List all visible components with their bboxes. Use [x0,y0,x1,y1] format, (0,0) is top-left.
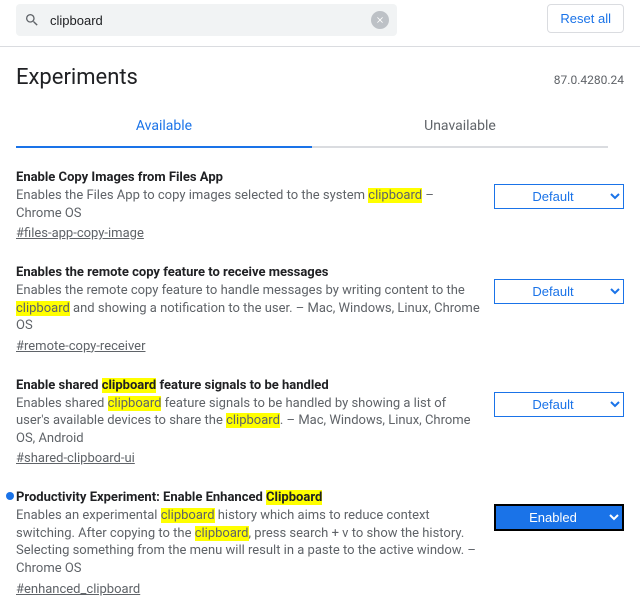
flag-description: Enables an experimental clipboard histor… [16,507,480,577]
search-highlight: clipboard [16,301,70,316]
flag-row: Productivity Experiment: Enable Enhanced… [16,468,624,598]
flag-hash-link[interactable]: #remote-copy-receiver [16,339,145,354]
flag-hash-link[interactable]: #enhanced_clipboard [16,582,140,597]
reset-all-button[interactable]: Reset all [547,4,624,33]
flag-title: Enables the remote copy feature to recei… [16,265,480,280]
flag-state-select[interactable]: DefaultEnabledDisabled [494,392,624,417]
flag-state-select[interactable]: DefaultEnabledDisabled [494,504,624,531]
page-title: Experiments [16,65,554,90]
flag-hash-link[interactable]: #shared-clipboard-ui [16,451,135,466]
search-highlight: clipboard [195,526,249,541]
flag-title: Productivity Experiment: Enable Enhanced… [16,490,480,505]
tab-unavailable[interactable]: Unavailable [312,108,608,148]
flag-description: Enables shared clipboard feature signals… [16,395,480,448]
flag-hash-link[interactable]: #files-app-copy-image [16,226,144,241]
flags-list: Enable Copy Images from Files App Enables… [0,148,640,599]
title-row: Experiments 87.0.4280.24 [0,47,640,94]
search-highlight: clipboard [102,378,157,393]
flag-text: Enable Copy Images from Files App Enables… [16,170,494,241]
flag-text: Productivity Experiment: Enable Enhanced… [16,490,494,596]
flag-text: Enables the remote copy feature to recei… [16,265,494,354]
search-input[interactable] [48,12,371,29]
search-highlight: clipboard [161,508,215,523]
search-highlight: clipboard [226,413,280,428]
flag-row: Enable shared clipboard feature signals … [16,356,624,469]
version-label: 87.0.4280.24 [554,73,624,87]
modified-dot-icon [6,492,14,500]
flag-description: Enables the remote copy feature to handl… [16,282,480,335]
flag-row: Enable Copy Images from Files App Enables… [16,148,624,243]
flag-description: Enables the Files App to copy images sel… [16,187,480,222]
clear-search-button[interactable] [371,11,389,29]
search-box[interactable] [16,4,397,36]
tabs: Available Unavailable [0,108,640,148]
flag-row: Enables the remote copy feature to recei… [16,243,624,356]
search-icon [24,12,40,28]
flag-title: Enable shared clipboard feature signals … [16,378,480,393]
search-highlight: clipboard [368,188,422,203]
flag-state-select[interactable]: DefaultEnabledDisabled [494,184,624,209]
search-highlight: Clipboard [266,490,322,505]
close-icon [375,15,385,25]
top-bar: Reset all [0,0,640,46]
flag-title: Enable Copy Images from Files App [16,170,480,185]
flag-text: Enable shared clipboard feature signals … [16,378,494,467]
flag-state-select[interactable]: DefaultEnabledDisabled [494,279,624,304]
search-highlight: clipboard [108,396,162,411]
tab-available[interactable]: Available [16,108,312,148]
